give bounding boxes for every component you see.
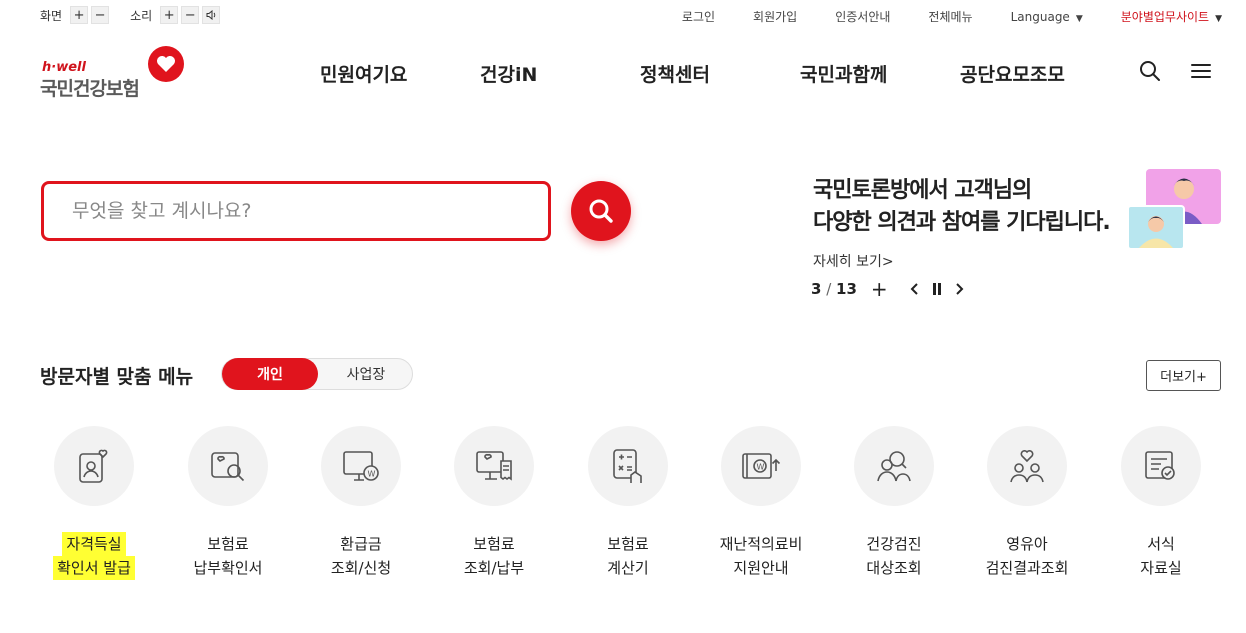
caret-down-icon: ▼ <box>1215 14 1222 24</box>
menu-item-premium-calculator[interactable]: 보험료 계산기 <box>573 426 683 580</box>
banner-title-line2: 다양한 의견과 참여를 기다립니다. <box>813 210 1111 235</box>
language-select[interactable]: Language ▼ <box>1011 10 1083 24</box>
language-label: Language <box>1010 9 1070 24</box>
computer-receipt-icon <box>454 426 534 506</box>
banner-title-line1: 국민토론방에서 고객님의 <box>813 178 1032 203</box>
id-card-heart-icon <box>54 426 134 506</box>
hamburger-menu-icon[interactable] <box>1191 63 1211 83</box>
menu-item-label-line1: 보험료 <box>473 535 515 553</box>
nav-item-health-in[interactable]: 건강iN <box>480 60 537 87</box>
banner-current-page: 3 <box>811 280 822 298</box>
accessibility-controls: 화면 + − 소리 + − <box>40 6 241 24</box>
screen-zoom-label: 화면 <box>40 8 63 23</box>
svg-text:W: W <box>368 470 376 479</box>
menu-item-label-line1: 영유아 <box>1006 535 1048 553</box>
menu-item-health-checkup-target[interactable]: 건강검진 대상조회 <box>839 426 949 580</box>
menu-item-label-line1: 재난적의료비 <box>719 535 803 553</box>
menu-item-premium-payment-certificate[interactable]: 보험료 납부확인서 <box>173 426 283 580</box>
person-search-icon <box>854 426 934 506</box>
menu-item-label-line2: 대상조회 <box>866 559 922 577</box>
plus-icon[interactable]: + <box>871 277 888 301</box>
business-sites-label: 분야별업무사이트 <box>1120 10 1210 24</box>
search-icon <box>589 199 613 223</box>
nhis-logo[interactable]: h·well 국민건강보험 <box>40 46 190 100</box>
signup-link[interactable]: 회원가입 <box>753 8 797 25</box>
menu-item-label-line2: 계산기 <box>607 559 649 577</box>
more-button[interactable]: 더보기+ <box>1146 360 1221 391</box>
utility-links: 로그인 회원가입 인증서안내 전체메뉴 Language ▼ 분야별업무사이트 ▼ <box>682 8 1222 25</box>
menu-item-qualification-certificate[interactable]: 자격득실 확인서 발급 <box>39 426 149 580</box>
chevron-right-icon[interactable] <box>955 280 964 299</box>
document-check-icon <box>1121 426 1201 506</box>
menu-item-label-line2: 조회/납부 <box>463 559 525 577</box>
business-sites-select[interactable]: 분야별업무사이트 ▼ <box>1121 8 1222 25</box>
volume-down-button[interactable]: − <box>181 6 200 24</box>
menu-item-forms-library[interactable]: 서식 자료실 <box>1106 426 1216 580</box>
speaker-icon[interactable] <box>202 6 221 24</box>
pause-icon[interactable] <box>932 280 942 299</box>
chevron-left-icon[interactable] <box>910 280 918 299</box>
search-button[interactable] <box>571 181 631 241</box>
menu-item-label-line1: 건강검진 <box>866 535 922 553</box>
menu-item-label-line2: 자료실 <box>1140 559 1182 577</box>
menu-item-label-line2: 조회/신청 <box>330 559 392 577</box>
nav-item-policy-center[interactable]: 정책센터 <box>640 60 710 87</box>
tab-personal[interactable]: 개인 <box>222 358 318 390</box>
certificate-guide-link[interactable]: 인증서안내 <box>835 8 890 25</box>
svg-text:W: W <box>757 463 765 472</box>
nav-item-about-nhis[interactable]: 공단요모조모 <box>960 60 1065 87</box>
monitor-won-icon: W <box>321 426 401 506</box>
sitemap-link[interactable]: 전체메뉴 <box>928 8 972 25</box>
sound-group: 소리 + − <box>130 6 223 24</box>
menu-item-label-line1: 보험료 <box>207 535 249 553</box>
visitor-type-toggle: 개인 사업장 <box>221 358 413 390</box>
menu-item-premium-inquiry-payment[interactable]: 보험료 조회/납부 <box>439 426 549 580</box>
family-heart-icon <box>987 426 1067 506</box>
sound-label: 소리 <box>130 8 153 23</box>
banner-slide[interactable]: 국민토론방에서 고객님의 다양한 의견과 참여를 기다립니다. 자세히 보기> <box>813 175 1111 271</box>
menu-item-infant-checkup-results[interactable]: 영유아 검진결과조회 <box>972 426 1082 580</box>
menu-item-label-line2: 지원안내 <box>733 559 789 577</box>
banner-total-pages: 13 <box>836 280 857 298</box>
menu-item-refund-inquiry[interactable]: W 환급금 조회/신청 <box>306 426 416 580</box>
section-title: 방문자별 맞춤 메뉴 <box>40 366 194 388</box>
menu-item-label-line2: 검진결과조회 <box>985 559 1069 577</box>
utility-bar: 화면 + − 소리 + − 로그인 회원가입 인증서안내 전체메뉴 Langua… <box>0 0 1246 32</box>
nav-item-with-citizens[interactable]: 국민과함께 <box>800 60 887 87</box>
zoom-in-button[interactable]: + <box>70 6 89 24</box>
nav-item-civil-service[interactable]: 민원여기요 <box>320 60 407 87</box>
banner-illustration-person <box>1127 205 1185 250</box>
menu-item-label-line1: 보험료 <box>607 535 649 553</box>
logo-heart-icon <box>148 46 184 82</box>
menu-item-label-line2: 확인서 발급 <box>53 556 135 580</box>
menu-item-label-line1: 자격득실 <box>62 532 126 556</box>
banner-pager: 3 / 13 <box>811 280 857 298</box>
search-box <box>41 181 551 241</box>
logo-name: 국민건강보험 <box>40 78 140 100</box>
caret-down-icon: ▼ <box>1075 13 1083 24</box>
search-input[interactable] <box>44 184 548 238</box>
tab-business[interactable]: 사업장 <box>318 359 414 389</box>
search-icon[interactable] <box>1139 60 1161 86</box>
login-link[interactable]: 로그인 <box>682 8 715 25</box>
zoom-out-button[interactable]: − <box>91 6 110 24</box>
banner-controls: 3 / 13 + <box>811 277 964 301</box>
menu-item-catastrophic-medical-support[interactable]: W 재난적의료비 지원안내 <box>706 426 816 580</box>
wallet-won-arrow-icon: W <box>721 426 801 506</box>
banner-more-link[interactable]: 자세히 보기> <box>813 251 1110 271</box>
menu-item-label-line2: 납부확인서 <box>193 559 263 577</box>
calculator-hand-icon <box>588 426 668 506</box>
volume-up-button[interactable]: + <box>160 6 179 24</box>
menu-item-label-line1: 환급금 <box>340 535 382 553</box>
certificate-search-icon <box>188 426 268 506</box>
banner-page-separator: / <box>821 280 837 298</box>
screen-zoom-group: 화면 + − <box>40 6 112 24</box>
menu-item-label-line1: 서식 <box>1147 535 1175 553</box>
logo-tagline: h·well <box>42 60 86 75</box>
